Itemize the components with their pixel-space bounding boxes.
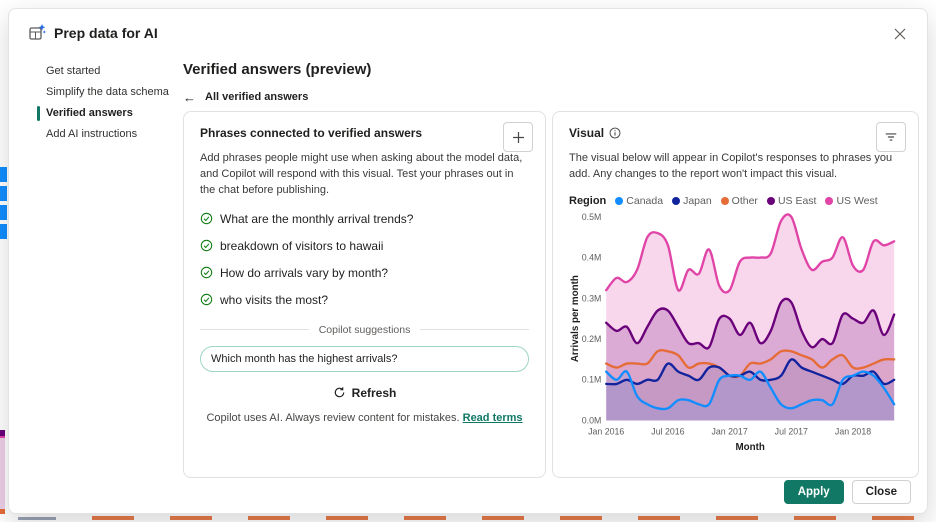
phrases-panel: Phrases connected to verified answers Ad… [183, 111, 546, 478]
apply-button[interactable]: Apply [784, 480, 844, 504]
svg-text:0.5M: 0.5M [582, 212, 602, 222]
svg-text:Jan 2017: Jan 2017 [712, 426, 748, 436]
phrase-text: breakdown of visitors to hawaii [220, 239, 383, 253]
filter-icon [884, 130, 898, 144]
legend-swatch [615, 197, 623, 205]
svg-text:Jul 2016: Jul 2016 [651, 426, 684, 436]
suggestion-chip[interactable]: Which month has the highest arrivals? [200, 346, 529, 372]
background-text-fragment [18, 517, 56, 520]
visual-chart: 0.0M 0.1M 0.2M 0.3M 0.4M 0.5M Jan 2016 Jul 2016… [569, 209, 902, 456]
visual-panel-description: The visual below will appear in Copilot'… [569, 151, 902, 183]
sidebar-item-verified-answers[interactable]: Verified answers [37, 103, 179, 124]
legend-item-us-west: US West [825, 195, 877, 207]
filter-button[interactable] [876, 122, 906, 152]
background-bar [0, 167, 7, 182]
svg-text:Arrivals per month: Arrivals per month [570, 275, 581, 362]
visual-panel: Visual The visual below will appear in C… [552, 111, 919, 478]
legend-swatch [825, 197, 833, 205]
phrases-panel-title: Phrases connected to verified answers [200, 126, 422, 140]
legend-swatch [672, 197, 680, 205]
sidebar: Get started Simplify the data schema Ver… [37, 61, 179, 145]
refresh-button[interactable]: Refresh [327, 385, 403, 401]
back-arrow-icon: ← [183, 92, 196, 103]
sidebar-item-get-started[interactable]: Get started [37, 61, 179, 82]
background-text-fragments [92, 516, 936, 520]
background-fragment [0, 436, 5, 510]
phrase-item[interactable]: How do arrivals vary by month? [200, 266, 529, 280]
background-fragment [0, 509, 5, 514]
info-icon[interactable] [609, 127, 621, 139]
legend-item-canada: Canada [615, 195, 663, 207]
main-content: Verified answers (preview) ← All verifie… [183, 57, 919, 478]
check-circle-icon [200, 266, 213, 279]
legend-title: Region [569, 195, 606, 207]
check-circle-icon [200, 293, 213, 306]
svg-text:Jul 2017: Jul 2017 [775, 426, 808, 436]
svg-text:0.4M: 0.4M [582, 252, 602, 262]
phrase-text: who visits the most? [220, 293, 328, 307]
back-link[interactable]: ← All verified answers [183, 91, 308, 103]
svg-text:0.0M: 0.0M [582, 415, 602, 425]
legend-item-us-east: US East [767, 195, 817, 207]
legend-swatch [721, 197, 729, 205]
svg-text:Month: Month [736, 442, 765, 453]
prep-data-icon [29, 24, 46, 41]
svg-text:Jan 2016: Jan 2016 [588, 426, 624, 436]
background-bar [0, 186, 7, 201]
phrases-panel-description: Add phrases people might use when asking… [200, 151, 529, 199]
back-link-label: All verified answers [205, 91, 308, 103]
chart-legend: Region Canada Japan Other US East US Wes… [569, 195, 902, 207]
check-circle-icon [200, 239, 213, 252]
phrase-text: What are the monthly arrival trends? [220, 212, 413, 226]
background-bar [0, 224, 7, 239]
svg-text:0.1M: 0.1M [582, 375, 602, 385]
dialog-title: Prep data for AI [54, 25, 158, 41]
dialog-header: Prep data for AI [29, 24, 158, 41]
dialog-footer: Apply Close [784, 480, 911, 504]
prep-data-dialog: Prep data for AI Get started Simplify th… [8, 8, 928, 514]
check-circle-icon [200, 212, 213, 225]
copilot-disclaimer: Copilot uses AI. Always review content f… [200, 412, 529, 424]
legend-swatch [767, 197, 775, 205]
visual-panel-title: Visual [569, 126, 604, 140]
sidebar-item-ai-instructions[interactable]: Add AI instructions [37, 124, 179, 145]
read-terms-link[interactable]: Read terms [463, 412, 523, 424]
sidebar-item-simplify-schema[interactable]: Simplify the data schema [37, 82, 179, 103]
close-icon[interactable] [889, 23, 911, 45]
phrase-text: How do arrivals vary by month? [220, 266, 388, 280]
page-title: Verified answers (preview) [183, 61, 919, 78]
phrase-item[interactable]: What are the monthly arrival trends? [200, 212, 529, 226]
svg-text:Jan 2018: Jan 2018 [835, 426, 871, 436]
copilot-suggestions-divider: Copilot suggestions [200, 324, 529, 336]
plus-icon [512, 131, 525, 144]
close-button[interactable]: Close [852, 480, 911, 504]
background-bar [0, 205, 7, 220]
add-phrase-button[interactable] [503, 122, 533, 152]
legend-item-other: Other [721, 195, 758, 207]
phrase-item[interactable]: breakdown of visitors to hawaii [200, 239, 529, 253]
phrase-item[interactable]: who visits the most? [200, 293, 529, 307]
legend-item-japan: Japan [672, 195, 712, 207]
refresh-icon [333, 386, 346, 399]
svg-text:0.2M: 0.2M [582, 334, 602, 344]
svg-text:0.3M: 0.3M [582, 293, 602, 303]
